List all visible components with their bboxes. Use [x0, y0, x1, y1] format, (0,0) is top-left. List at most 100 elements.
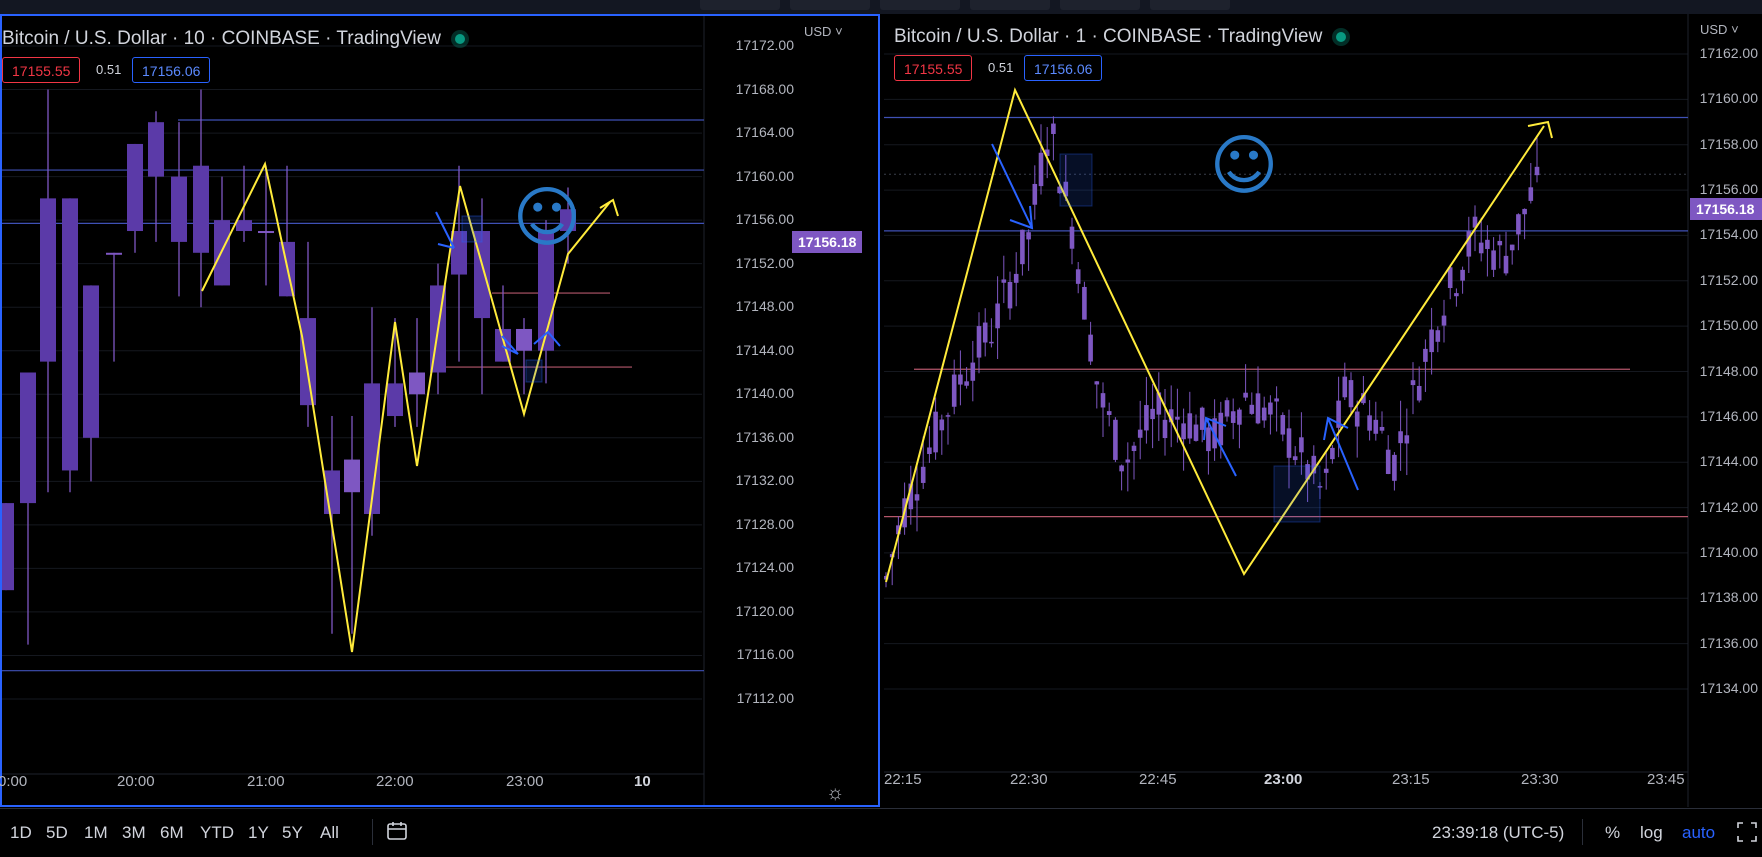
candle-body: [1435, 330, 1441, 342]
price-tick-label: 17112.00: [736, 690, 794, 706]
toolbar-tab[interactable]: [1150, 0, 1230, 10]
range-button-5d[interactable]: 5D: [46, 823, 68, 843]
highlight-box: [1059, 153, 1093, 207]
candle-body: [127, 143, 143, 232]
candle-body: [982, 322, 988, 343]
candle-body: [83, 285, 99, 438]
auto-scale-toggle[interactable]: auto: [1682, 823, 1715, 843]
last-price-label: 17156.18: [1690, 198, 1762, 220]
candle-body: [1485, 239, 1490, 249]
candle-body: [1268, 402, 1273, 415]
candle-body: [1125, 459, 1131, 463]
candle-body: [1106, 411, 1112, 415]
candle-body: [1249, 404, 1255, 414]
candle-body: [1144, 405, 1149, 431]
candle-body: [1199, 407, 1205, 430]
price-tick-label: 17148.00: [735, 298, 794, 315]
candle-body: [1113, 419, 1118, 460]
spread-value: 0.51: [988, 60, 1014, 75]
candle-body: [1026, 232, 1031, 240]
candle-body: [1286, 428, 1292, 458]
candle-body: [1416, 385, 1422, 401]
percent-scale-toggle[interactable]: %: [1605, 823, 1620, 843]
range-button-1m[interactable]: 1M: [84, 823, 108, 843]
candle-body: [193, 165, 209, 253]
market-status-icon: [454, 33, 465, 44]
toolbar-tab[interactable]: [1060, 0, 1140, 10]
log-scale-toggle[interactable]: log: [1640, 823, 1663, 843]
price-tick-label: 17172.00: [735, 37, 794, 53]
candle-body: [1162, 419, 1168, 439]
chart-title-text: Bitcoin / U.S. Dollar · 10 · COINBASE · …: [2, 28, 441, 49]
candle-body: [1007, 281, 1013, 309]
range-button-3m[interactable]: 3M: [122, 823, 146, 843]
toolbar-tab[interactable]: [790, 0, 870, 10]
range-button-all[interactable]: All: [320, 823, 339, 843]
price-tick-label: 17162.00: [1699, 45, 1758, 61]
candle-body: [1218, 412, 1224, 446]
divider: [372, 819, 373, 845]
candle-body: [1299, 437, 1304, 453]
goto-date-icon[interactable]: [386, 821, 408, 846]
candle-body: [1379, 426, 1385, 431]
toolbar-tab[interactable]: [880, 0, 960, 10]
candle-body: [1392, 454, 1397, 481]
candle-body: [1330, 447, 1335, 460]
range-button-6m[interactable]: 6M: [160, 823, 184, 843]
candle-body: [920, 466, 926, 483]
candle-body: [1137, 429, 1143, 438]
range-button-5y[interactable]: 5Y: [282, 823, 303, 843]
currency-selector[interactable]: USD ˅: [1700, 22, 1739, 37]
candle-body: [1429, 329, 1434, 353]
time-tick-label: 22:15: [884, 771, 922, 788]
range-button-ytd[interactable]: YTD: [200, 823, 234, 843]
price-tick-label: 17140.00: [735, 385, 794, 402]
price-tick-label: 17156.00: [1699, 181, 1758, 198]
price-tick-label: 17160.00: [735, 167, 794, 184]
price-chart-1min[interactable]: ☺: [884, 14, 1762, 807]
candle-body: [1243, 392, 1248, 398]
ask-price-button[interactable]: 17156.06: [1024, 55, 1103, 81]
fullscreen-icon[interactable]: [1736, 821, 1758, 848]
candle-body: [1441, 315, 1447, 326]
highlight-box: [525, 359, 543, 383]
price-tick-label: 17138.00: [1699, 589, 1758, 606]
toolbar-tab[interactable]: [970, 0, 1050, 10]
candle-body: [1503, 255, 1509, 274]
price-tick-label: 17136.00: [1699, 634, 1758, 651]
price-tick-label: 17134.00: [1699, 680, 1758, 696]
candle-body: [62, 198, 78, 471]
arrow-head: [1527, 120, 1553, 139]
divider: [1582, 819, 1583, 845]
currency-selector[interactable]: USD ˅: [804, 24, 843, 39]
candle-body: [1447, 267, 1453, 289]
bid-price-button[interactable]: 17155.55: [2, 57, 81, 83]
price-tick-label: 17150.00: [1699, 317, 1758, 334]
price-tick-label: 17154.00: [1699, 226, 1758, 243]
clock-timezone[interactable]: 23:39:18 (UTC-5): [1432, 823, 1564, 843]
candle-body: [1237, 409, 1242, 425]
candle-body: [1150, 408, 1155, 420]
range-button-1y[interactable]: 1Y: [248, 823, 269, 843]
chart-pane-10min[interactable]: ☺ Bitcoin / U.S. Dollar · 10 · COINBASE …: [0, 14, 880, 807]
candle-body: [1088, 334, 1093, 362]
last-price-label: 17156.18: [792, 231, 863, 253]
toolbar-tab[interactable]: [700, 0, 780, 10]
candle-body: [995, 303, 1000, 329]
candle-body: [409, 372, 425, 395]
candle-body: [1187, 413, 1193, 439]
time-tick-label: 23:45: [1647, 771, 1685, 788]
bid-price-button[interactable]: 17155.55: [894, 55, 973, 81]
price-tick-label: 17156.00: [735, 211, 794, 228]
settings-gear-icon[interactable]: ☼: [826, 782, 844, 805]
blue-arrow: [435, 211, 455, 249]
candle-body: [1354, 411, 1360, 427]
candle-body: [300, 318, 316, 406]
range-button-1d[interactable]: 1D: [10, 823, 32, 843]
candle-body: [1038, 152, 1044, 187]
price-tick-label: 17146.00: [1699, 407, 1758, 424]
blue-arrow: [991, 143, 1034, 230]
ask-price-button[interactable]: 17156.06: [132, 57, 211, 83]
candle-body: [1094, 381, 1100, 385]
chart-pane-1min[interactable]: ☺ Bitcoin / U.S. Dollar · 1 · COINBASE ·…: [884, 14, 1762, 807]
